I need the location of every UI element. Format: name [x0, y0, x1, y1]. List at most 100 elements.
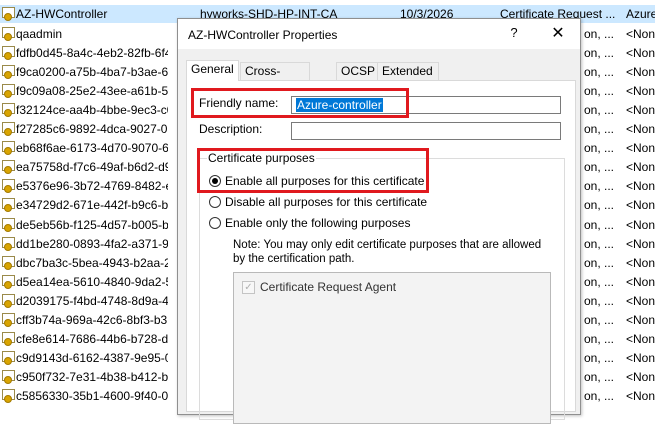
disable-all-radio[interactable] — [209, 196, 221, 208]
cert-purpose: on, ... — [584, 236, 615, 251]
help-button[interactable]: ? — [506, 25, 522, 43]
cert-name: f27285c6-9892-4dca-9027-0337 — [16, 122, 168, 137]
cert-purpose: on, ... — [584, 122, 615, 137]
cert-friendly-name: Azure — [626, 7, 655, 21]
cert-purpose: on, ... — [584, 217, 615, 232]
cert-name: cfe8e614-7686-44b6-b728-d552 — [16, 331, 168, 346]
cert-friendly-name: <Non — [626, 46, 655, 61]
cert-friendly-name: <Non — [626, 274, 655, 289]
general-tab-panel: Friendly name: Azure-controller Descript… — [186, 80, 576, 424]
enable-all-radio[interactable] — [209, 175, 221, 187]
cert-friendly-name: <Non — [626, 369, 655, 384]
certificate-icon — [2, 274, 15, 289]
title-bar: AZ-HWController Properties ? ✕ — [178, 19, 580, 49]
cert-purpose: on, ... — [584, 160, 615, 175]
certificate-request-agent-label: Certificate Request Agent — [260, 280, 397, 294]
disable-all-label[interactable]: Disable all purposes for this certificat… — [225, 195, 427, 209]
certificate-icon — [2, 236, 15, 251]
cert-friendly-name: <Non — [626, 350, 655, 365]
cert-name: dd1be280-0893-4fa2-a371-9893 — [16, 236, 168, 251]
certificate-icon — [2, 331, 15, 346]
cert-purpose: on, ... — [584, 331, 615, 346]
cert-purpose: on, ... — [584, 65, 615, 80]
certificate-icon — [2, 312, 15, 327]
cert-name: c9d9143d-6162-4387-9e95-0c1 — [16, 350, 168, 365]
certificate-icon — [2, 46, 15, 61]
cert-name: de5eb56b-f125-4d57-b005-b1f — [16, 217, 168, 232]
certificate-icon — [2, 369, 15, 384]
cert-name: c950f732-7e31-4b38-b412-b339 — [16, 369, 168, 384]
cert-purpose: on, ... — [584, 293, 615, 308]
cert-friendly-name: <Non — [626, 255, 655, 270]
cert-purpose: on, ... — [584, 369, 615, 384]
description-input[interactable] — [291, 122, 561, 140]
cert-friendly-name: <Non — [626, 236, 655, 251]
cert-purpose: on, ... — [584, 46, 615, 61]
certificate-icon — [2, 388, 15, 403]
tab-cross-certificates[interactable]: Cross-Certificates — [240, 62, 311, 94]
certificate-icon — [2, 7, 15, 21]
enable-all-label[interactable]: Enable all purposes for this certificate — [225, 174, 424, 188]
friendly-name-label: Friendly name: — [199, 96, 279, 110]
cert-friendly-name: <Non — [626, 331, 655, 346]
cert-purpose: on, ... — [584, 27, 615, 41]
cert-friendly-name: <Non — [626, 141, 655, 156]
cert-name: f9ca0200-a75b-4ba7-b3ae-672 — [16, 65, 168, 80]
cert-friendly-name: <Non — [626, 388, 655, 403]
cert-friendly-name: <Non — [626, 122, 655, 137]
certificate-icon — [2, 103, 15, 118]
certificate-icon — [2, 217, 15, 232]
dialog-title: AZ-HWController Properties — [188, 28, 338, 42]
cert-name: AZ-HWController — [16, 7, 108, 21]
certificate-request-agent-checkbox: ✓ — [242, 281, 255, 294]
certificate-icon — [2, 293, 15, 308]
cert-purpose: on, ... — [584, 274, 615, 289]
cert-purpose: on, ... — [584, 255, 615, 270]
cert-name: f9c09a08-25e2-43ee-a61b-5c0a — [16, 84, 168, 99]
cert-friendly-name: <Non — [626, 179, 655, 194]
cert-name: c5856330-35b1-4600-9f40-0514 — [16, 388, 168, 403]
certificate-icon — [2, 122, 15, 137]
cert-name: d5ea14ea-5610-4840-9da2-507 — [16, 274, 168, 289]
friendly-name-value: Azure-controller — [296, 98, 383, 112]
cert-friendly-name: <Non — [626, 84, 655, 99]
cert-name: cff3b74a-969a-42c6-8bf3-b3ba — [16, 312, 168, 327]
certificate-icon — [2, 350, 15, 365]
cert-friendly-name: <Non — [626, 27, 655, 41]
cert-friendly-name: <Non — [626, 217, 655, 232]
friendly-name-input[interactable]: Azure-controller — [291, 96, 561, 114]
cert-name: e34729d2-671e-442f-b9c6-b909 — [16, 198, 168, 213]
certificate-icon — [2, 255, 15, 270]
cert-friendly-name: <Non — [626, 293, 655, 308]
cert-name: qaadmin — [16, 27, 63, 41]
cert-name: dbc7ba3c-5bea-4943-b2aa-215 — [16, 255, 168, 270]
cert-purpose: on, ... — [584, 350, 615, 365]
cert-friendly-name: <Non — [626, 103, 655, 118]
certificate-icon — [2, 179, 15, 194]
certificate-purposes-title: Certificate purposes — [207, 151, 316, 165]
tab-extended-validation[interactable]: Extended Validation — [377, 62, 439, 94]
cert-name: ea75758d-f7c6-49af-b6d2-d996 — [16, 160, 168, 175]
cert-purpose: on, ... — [584, 179, 615, 194]
certificate-icon — [2, 65, 15, 80]
cert-purpose: on, ... — [584, 388, 615, 403]
cert-name: f32124ce-aa4b-4bbe-9ec3-c0e — [16, 103, 168, 118]
cert-friendly-name: <Non — [626, 312, 655, 327]
close-button[interactable]: ✕ — [548, 24, 568, 44]
cert-friendly-name: <Non — [626, 160, 655, 175]
certificate-icon — [2, 160, 15, 175]
certificate-icon — [2, 27, 15, 41]
cert-purpose: on, ... — [584, 312, 615, 327]
enable-selected-label[interactable]: Enable only the following purposes — [225, 216, 410, 230]
tab-ocsp[interactable]: OCSP — [336, 62, 381, 80]
cert-name: e5376e96-3b72-4769-8482-eb8 — [16, 179, 168, 194]
cert-purpose: on, ... — [584, 141, 615, 156]
cert-purpose: on, ... — [584, 103, 615, 118]
cert-purpose: on, ... — [584, 84, 615, 99]
cert-purpose: on, ... — [584, 198, 615, 213]
cert-friendly-name: <Non — [626, 198, 655, 213]
tab-general[interactable]: General — [186, 60, 239, 81]
cert-name: fdfb0d45-8a4c-4eb2-82fb-6f4f — [16, 46, 168, 61]
enable-selected-radio[interactable] — [209, 217, 221, 229]
certificate-icon — [2, 141, 15, 156]
